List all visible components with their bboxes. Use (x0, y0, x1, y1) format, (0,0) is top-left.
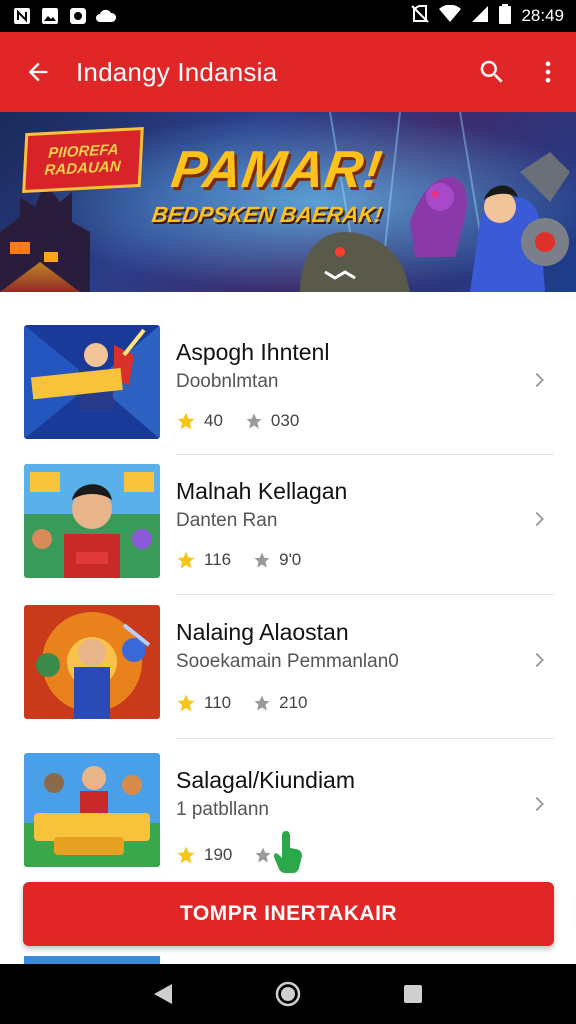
game-subtitle: 1 patbllann (176, 799, 269, 820)
nav-back-icon (153, 984, 172, 1004)
cloud-icon (96, 6, 116, 26)
game-downloads: 210 (279, 693, 308, 712)
badge-line-2: RADAUAN (44, 158, 122, 179)
list-item[interactable]: Salagal/Kiundiam 1 patbllann 190 1 (0, 753, 576, 893)
wifi-icon (439, 4, 462, 28)
promo-badge: PIIOREFA RADAUAN (22, 126, 144, 194)
game-thumbnail (24, 753, 160, 867)
touch-pointer-icon (273, 831, 302, 873)
star-outline-icon (246, 413, 262, 429)
game-stats: 40 030 (176, 411, 299, 431)
more-options-button[interactable] (520, 32, 576, 112)
divider (176, 738, 554, 739)
game-title: Nalaing Alaostan (176, 619, 349, 645)
list-item[interactable]: Malnah Kellagan Danten Ran 116 9'0 (0, 464, 576, 604)
nav-recents-icon (404, 985, 423, 1003)
banner-headline: PAMAR! (167, 141, 387, 199)
chevron-right-icon (535, 372, 544, 388)
game-thumbnail-partial (24, 956, 160, 964)
nav-recents-button[interactable] (393, 974, 433, 1014)
search-icon (480, 60, 503, 83)
game-downloads: 030 (270, 411, 300, 430)
nav-home-icon (275, 981, 301, 1007)
game-rating: 40 (204, 411, 223, 430)
app-screen: 28:49 Indangy Indansia PIIOREFA RADAUAN … (0, 0, 576, 1024)
game-subtitle: Doobnlmtan (176, 371, 279, 392)
more-vert-icon (545, 61, 551, 83)
star-outline-icon (254, 552, 270, 568)
notification-n-icon (12, 6, 32, 26)
nav-back-button[interactable] (143, 974, 183, 1014)
promo-banner[interactable]: PIIOREFA RADAUAN PAMAR! BEDPSKEN BAERAK! (0, 112, 576, 292)
game-thumbnail (24, 325, 160, 439)
status-bar: 28:49 (0, 0, 576, 32)
page-title: Indangy Indansia (76, 56, 278, 87)
video-icon (68, 6, 88, 26)
game-thumbnail (24, 605, 160, 719)
game-title: Malnah Kellagan (176, 478, 348, 504)
game-title: Aspogh Ihntenl (176, 339, 330, 365)
star-icon (177, 412, 195, 430)
game-stats: 110 210 (176, 693, 307, 713)
divider (176, 594, 554, 595)
game-rating: 116 (204, 550, 232, 569)
back-button[interactable] (0, 32, 76, 112)
game-thumbnail (24, 464, 160, 578)
list-item[interactable]: Nalaing Alaostan Sooekamain Pemmanlan0 1… (0, 605, 576, 745)
star-icon (177, 846, 195, 864)
primary-cta-button[interactable]: TOMPR INERTAKAIR (23, 882, 554, 946)
arrow-left-icon (28, 62, 48, 82)
game-title: Salagal/Kiundiam (176, 767, 356, 793)
system-nav-bar (0, 964, 576, 1024)
no-sim-icon (411, 4, 430, 28)
game-subtitle: Danten Ran (176, 510, 278, 531)
game-rating: 190 (204, 845, 233, 864)
divider (176, 454, 554, 455)
clock: 28:49 (521, 6, 564, 25)
signal-icon (471, 5, 489, 28)
star-outline-icon (254, 695, 270, 711)
battery-icon (499, 3, 512, 29)
star-icon (177, 694, 195, 712)
game-subtitle: Sooekamain Pemmanlan0 (176, 651, 399, 672)
game-downloads: 9'0 (279, 550, 302, 569)
image-icon (40, 6, 60, 26)
game-rating: 110 (204, 693, 232, 712)
chevron-right-icon (535, 796, 544, 812)
chevron-right-icon (535, 652, 544, 668)
star-outline-icon (255, 847, 271, 863)
search-button[interactable] (464, 32, 520, 112)
star-icon (177, 551, 195, 569)
app-bar: Indangy Indansia (0, 32, 576, 112)
nav-home-button[interactable] (268, 974, 308, 1014)
list-item[interactable]: Aspogh Ihntenl Doobnlmtan 40 030 (0, 325, 576, 465)
banner-subline: BEDPSKEN BAERAK! (150, 202, 384, 227)
game-stats: 116 9'0 (176, 550, 301, 570)
chevron-right-icon (535, 511, 544, 527)
